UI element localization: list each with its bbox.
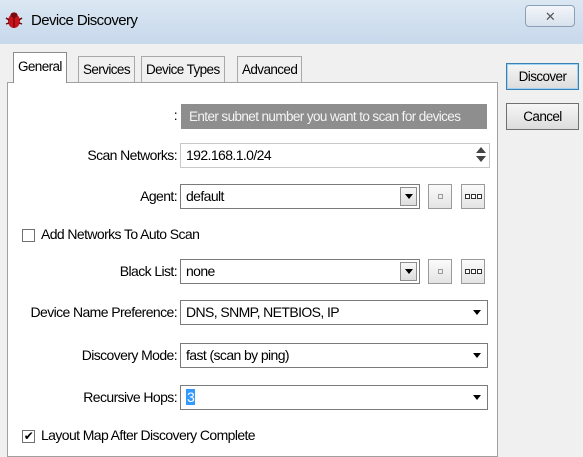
recursive-hops-value: 3 bbox=[186, 389, 196, 405]
close-icon: ✕ bbox=[544, 9, 556, 24]
close-button[interactable]: ✕ bbox=[525, 5, 575, 27]
recursive-hops-select[interactable]: 3 bbox=[180, 385, 488, 410]
black-list-properties-button[interactable] bbox=[428, 259, 452, 284]
ellipsis-icon bbox=[464, 194, 482, 199]
ellipsis-icon bbox=[464, 269, 482, 274]
add-networks-checkbox[interactable] bbox=[22, 229, 35, 242]
discovery-mode-value: fast (scan by ping) bbox=[186, 347, 290, 363]
agent-browse-button[interactable] bbox=[461, 184, 485, 209]
scan-networks-label: Scan Networks: bbox=[87, 147, 177, 163]
window-title: Device Discovery bbox=[31, 12, 138, 29]
tab-advanced[interactable]: Advanced bbox=[237, 56, 303, 82]
device-discovery-window: Device Discovery ✕ General Services Devi… bbox=[0, 0, 583, 457]
device-name-preference-value: DNS, SNMP, NETBIOS, IP bbox=[186, 304, 340, 320]
device-name-preference-label: Device Name Preference: bbox=[30, 304, 178, 320]
chevron-down-icon[interactable] bbox=[468, 345, 486, 366]
add-networks-label: Add Networks To Auto Scan bbox=[41, 226, 200, 242]
scan-networks-input[interactable]: 192.168.1.0/24 bbox=[180, 143, 490, 168]
agent-value: default bbox=[186, 188, 224, 204]
small-square-icon bbox=[437, 269, 443, 274]
small-square-icon bbox=[437, 194, 443, 199]
tab-services[interactable]: Services bbox=[78, 56, 135, 82]
hint-colon: : bbox=[173, 107, 178, 123]
subnet-hint: Enter subnet number you want to scan for… bbox=[181, 104, 487, 129]
agent-select[interactable]: default bbox=[180, 184, 420, 209]
layout-map-label: Layout Map After Discovery Complete bbox=[41, 427, 256, 443]
tab-device-types[interactable]: Device Types bbox=[141, 56, 225, 82]
discover-button[interactable]: Discover bbox=[506, 63, 579, 90]
agent-label: Agent: bbox=[140, 188, 177, 204]
chevron-down-icon[interactable] bbox=[468, 387, 486, 408]
discovery-mode-select[interactable]: fast (scan by ping) bbox=[180, 343, 488, 368]
app-bug-icon bbox=[5, 12, 23, 28]
black-list-label: Black List: bbox=[119, 263, 178, 279]
chevron-down-icon[interactable] bbox=[468, 302, 486, 323]
layout-map-checkbox[interactable]: ✔ bbox=[22, 430, 35, 443]
spinner-arrows-icon[interactable] bbox=[476, 147, 486, 164]
black-list-browse-button[interactable] bbox=[461, 259, 485, 284]
tab-general[interactable]: General bbox=[13, 52, 67, 83]
agent-properties-button[interactable] bbox=[428, 184, 452, 209]
cancel-button[interactable]: Cancel bbox=[506, 103, 579, 130]
scan-networks-value: 192.168.1.0/24 bbox=[186, 147, 272, 163]
device-name-preference-select[interactable]: DNS, SNMP, NETBIOS, IP bbox=[180, 300, 488, 325]
checkmark-icon: ✔ bbox=[23, 429, 34, 443]
chevron-down-icon[interactable] bbox=[400, 262, 417, 281]
black-list-select[interactable]: none bbox=[180, 259, 420, 284]
title-bar[interactable]: Device Discovery ✕ bbox=[0, 0, 583, 44]
discovery-mode-label: Discovery Mode: bbox=[81, 347, 178, 363]
recursive-hops-label: Recursive Hops: bbox=[83, 389, 177, 405]
black-list-value: none bbox=[186, 263, 215, 279]
chevron-down-icon[interactable] bbox=[400, 187, 417, 206]
